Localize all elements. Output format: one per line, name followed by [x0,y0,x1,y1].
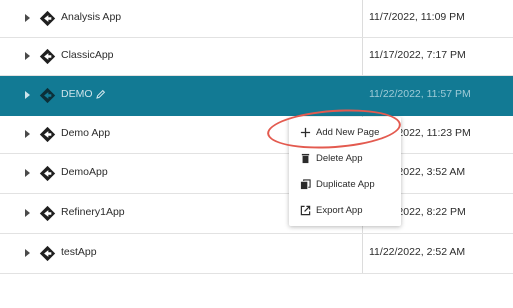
export-icon [300,205,311,216]
app-name[interactable]: testApp [61,246,97,258]
menu-item-delete-app[interactable]: Delete App [289,146,401,172]
menu-item-label: Add New Page [316,127,380,138]
expand-arrow-icon[interactable] [25,209,30,217]
column-divider [362,234,363,273]
expand-arrow-icon[interactable] [25,52,30,60]
app-modified-date: 11/17/2022, 7:17 PM [369,49,466,61]
expand-arrow-icon[interactable] [25,14,30,22]
expand-arrow-icon[interactable] [25,130,30,138]
app-name[interactable]: Refinery1App [61,206,125,218]
app-name[interactable]: Analysis App [61,11,121,23]
app-name[interactable]: Demo App [61,127,110,139]
app-diamond-icon [39,87,56,104]
menu-item-add-new-page[interactable]: Add New Page [289,120,401,146]
app-diamond-icon [39,205,56,222]
app-context-menu: Add New Page Delete App Duplicate App Ex… [289,117,401,226]
app-modified-date: 11/7/2022, 11:09 PM [369,11,465,23]
app-name[interactable]: DemoApp [61,166,108,178]
plus-icon [300,127,311,138]
app-modified-date: 11/22/2022, 2:52 AM [369,246,466,258]
expand-arrow-icon[interactable] [25,249,30,257]
menu-item-export-app[interactable]: Export App [289,198,401,224]
app-diamond-icon [39,48,56,65]
menu-item-duplicate-app[interactable]: Duplicate App [289,172,401,198]
app-diamond-icon [39,165,56,182]
app-diamond-icon [39,10,56,27]
table-row[interactable]: testApp 11/22/2022, 2:52 AM [0,234,513,274]
table-row[interactable]: Refinery1App 11/18/2022, 8:22 PM [0,194,513,234]
expand-arrow-icon[interactable] [25,91,30,99]
app-name[interactable]: ClassicApp [61,49,114,61]
menu-item-label: Duplicate App [316,179,375,190]
edit-pencil-icon[interactable] [96,89,106,99]
column-divider [362,76,363,115]
column-divider [362,38,363,75]
trash-icon [301,153,310,164]
table-row[interactable]: Analysis App 11/7/2022, 11:09 PM [0,0,513,38]
menu-item-label: Export App [316,205,363,216]
duplicate-icon [300,179,311,190]
app-modified-date: 11/22/2022, 11:57 PM [369,88,471,100]
column-divider [362,0,363,37]
app-diamond-icon [39,245,56,262]
app-name[interactable]: DEMO [61,88,93,100]
apps-table: Analysis App 11/7/2022, 11:09 PM Classic… [0,0,513,308]
table-row[interactable]: ClassicApp 11/17/2022, 7:17 PM [0,38,513,76]
table-row-selected[interactable]: DEMO 11/22/2022, 11:57 PM [0,76,513,116]
table-row[interactable]: DemoApp 11/22/2022, 3:52 AM [0,154,513,194]
app-diamond-icon [39,126,56,143]
expand-arrow-icon[interactable] [25,169,30,177]
table-row[interactable]: Demo App 11/22/2022, 11:23 PM [0,116,513,154]
menu-item-label: Delete App [316,153,363,164]
